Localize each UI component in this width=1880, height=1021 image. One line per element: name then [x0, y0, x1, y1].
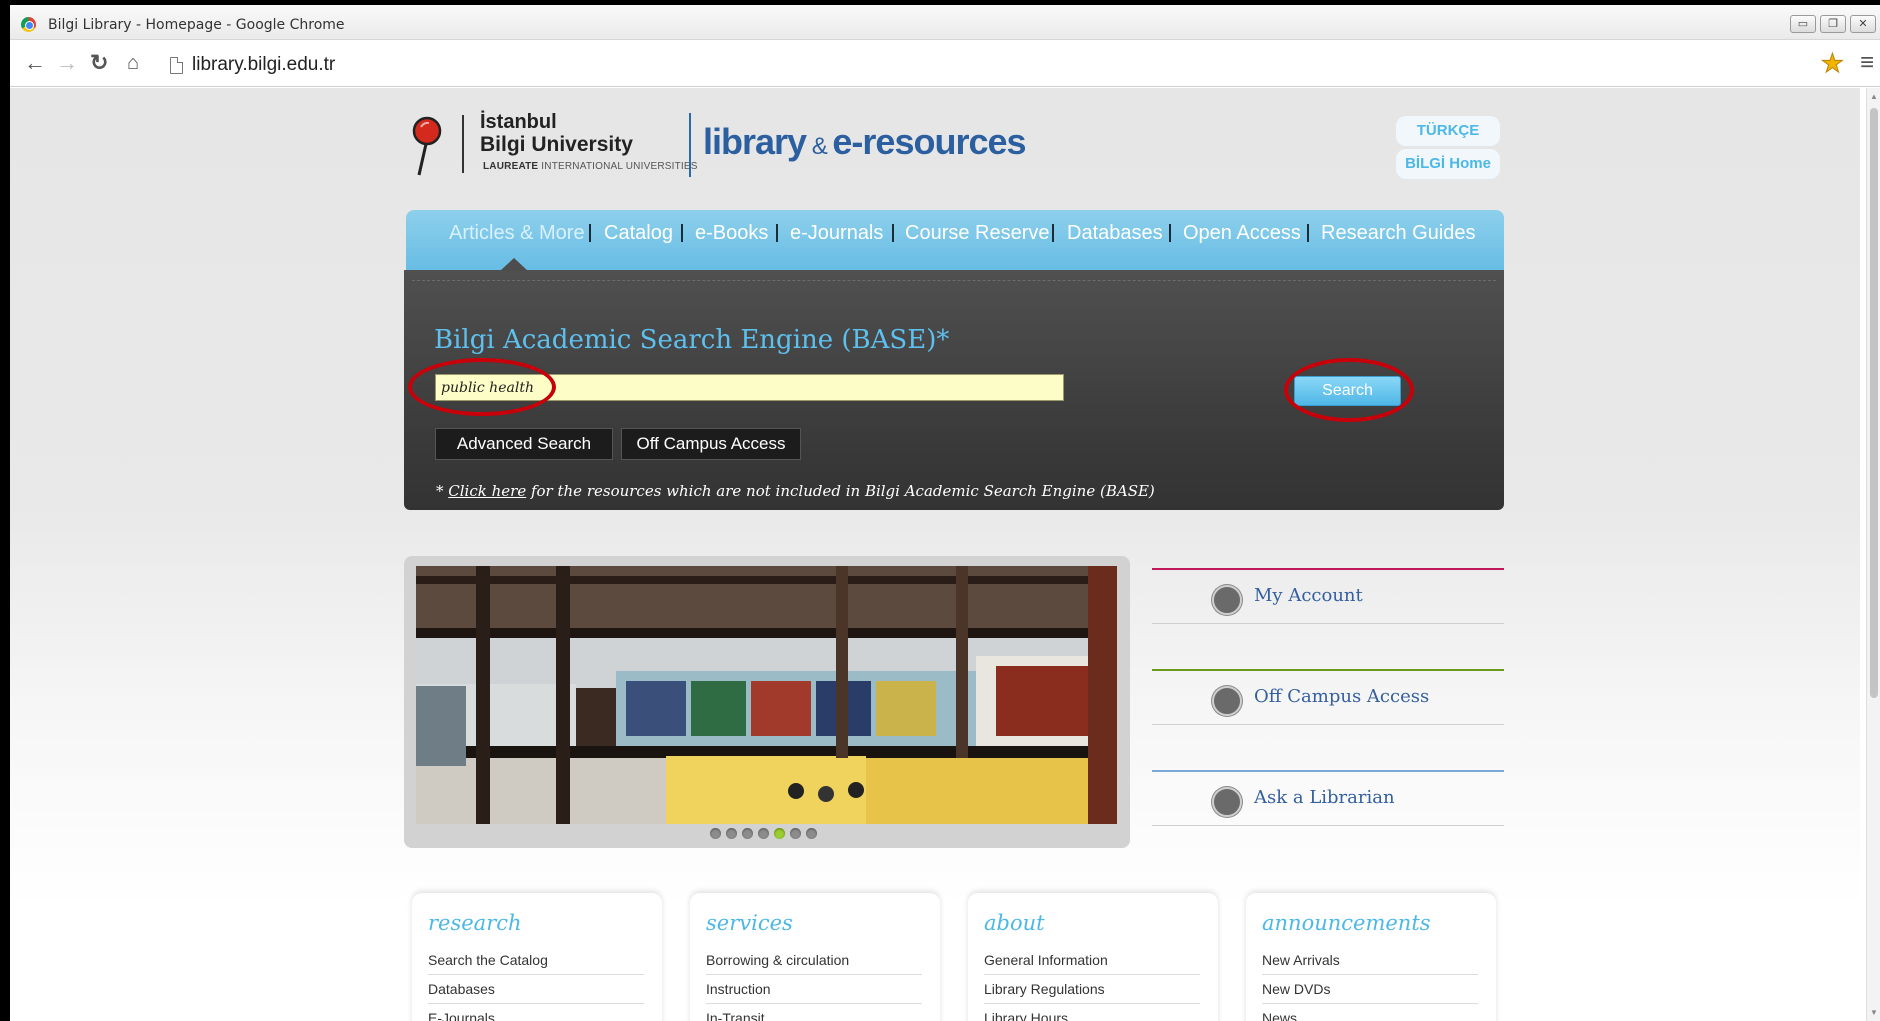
- title-divider: [689, 113, 691, 177]
- logo-divider: [462, 115, 464, 173]
- slide-dot[interactable]: [758, 828, 769, 839]
- services-column: services Borrowing & circulation Instruc…: [690, 893, 940, 1021]
- services-link[interactable]: Instruction: [706, 975, 922, 1004]
- announcements-heading: announcements: [1262, 911, 1431, 935]
- my-account-link[interactable]: My Account: [1152, 568, 1504, 624]
- tab-separator: [681, 224, 683, 242]
- tab-catalog[interactable]: Catalog: [604, 222, 673, 245]
- minimize-button[interactable]: ▭: [1790, 15, 1816, 33]
- slide-dot[interactable]: [710, 828, 721, 839]
- announcements-link[interactable]: News: [1262, 1004, 1478, 1021]
- tab-ebooks[interactable]: e-Books: [695, 222, 768, 245]
- off-campus-access-label: Off Campus Access: [1254, 686, 1430, 707]
- library-title[interactable]: library & e-resources: [703, 121, 1027, 163]
- research-column: research Search the Catalog Databases E-…: [412, 893, 662, 1021]
- tab-open-access[interactable]: Open Access: [1183, 222, 1301, 245]
- bilgi-home-link[interactable]: BİLGİ Home: [1396, 149, 1500, 179]
- search-button[interactable]: Search: [1294, 376, 1401, 406]
- slideshow-pager: [710, 828, 817, 839]
- browser-window: Bilgi Library - Homepage - Google Chrome…: [10, 5, 1880, 1021]
- services-heading: services: [706, 911, 793, 935]
- research-link[interactable]: Search the Catalog: [428, 946, 644, 975]
- tab-research-guides[interactable]: Research Guides: [1321, 222, 1476, 245]
- logo-text-university: Bilgi University: [480, 133, 633, 156]
- globe-icon: [1212, 686, 1242, 716]
- about-link[interactable]: Library Hours: [984, 1004, 1200, 1021]
- search-tab-bar: Articles & More Catalog e-Books e-Journa…: [406, 210, 1504, 272]
- tab-ejournals[interactable]: e-Journals: [790, 222, 883, 245]
- language-link[interactable]: TÜRKÇE: [1396, 116, 1500, 146]
- logo-text-laureate: LAUREATE INTERNATIONAL UNIVERSITIES: [483, 161, 698, 172]
- title-bar: Bilgi Library - Homepage - Google Chrome…: [10, 5, 1880, 40]
- tab-databases[interactable]: Databases: [1067, 222, 1163, 245]
- research-link[interactable]: E-Journals: [428, 1004, 644, 1021]
- ask-a-librarian-link[interactable]: Ask a Librarian: [1152, 770, 1504, 826]
- announcements-link[interactable]: New DVDs: [1262, 975, 1478, 1004]
- active-tab-pointer: [500, 258, 528, 271]
- page-viewport: İstanbul Bilgi University LAUREATE INTER…: [10, 88, 1860, 1021]
- page-icon: [170, 57, 183, 74]
- slide-dot[interactable]: [790, 828, 801, 839]
- address-bar[interactable]: library.bilgi.edu.tr: [192, 54, 335, 76]
- tab-separator: [892, 224, 894, 242]
- tab-separator: [1307, 224, 1309, 242]
- services-link[interactable]: In-Transit: [706, 1004, 922, 1021]
- slideshow: [404, 556, 1130, 848]
- search-panel: Bilgi Academic Search Engine (BASE)* Sea…: [404, 258, 1504, 510]
- window-title: Bilgi Library - Homepage - Google Chrome: [48, 17, 345, 33]
- back-arrow-icon[interactable]: ←: [24, 50, 46, 76]
- advanced-search-button[interactable]: Advanced Search: [435, 428, 613, 460]
- slide-dot[interactable]: [806, 828, 817, 839]
- research-link[interactable]: Databases: [428, 975, 644, 1004]
- services-link[interactable]: Borrowing & circulation: [706, 946, 922, 975]
- about-column: about General Information Library Regula…: [968, 893, 1218, 1021]
- tab-course-reserve[interactable]: Course Reserve: [905, 222, 1050, 245]
- bookmark-star-icon[interactable]: ★: [1820, 49, 1844, 78]
- off-campus-access-button[interactable]: Off Campus Access: [621, 428, 801, 460]
- reload-icon[interactable]: ↻: [90, 50, 108, 76]
- panel-divider: [412, 280, 1496, 281]
- announcements-column: announcements New Arrivals New DVDs News: [1246, 893, 1496, 1021]
- library-interior-image[interactable]: [416, 566, 1117, 824]
- scroll-down-icon[interactable]: ▼: [1870, 1008, 1878, 1017]
- bilgi-logo-icon: [412, 116, 442, 176]
- browser-toolbar: ← → ↻ ⌂ library.bilgi.edu.tr ★ ≡: [10, 41, 1880, 87]
- search-note: * Click here for the resources which are…: [436, 482, 1155, 500]
- tab-articles[interactable]: Articles & More: [449, 222, 585, 245]
- home-icon[interactable]: ⌂: [127, 50, 139, 76]
- about-link[interactable]: Library Regulations: [984, 975, 1200, 1004]
- tab-separator: [776, 224, 778, 242]
- restore-button[interactable]: ❐: [1820, 15, 1846, 33]
- forward-arrow-icon[interactable]: →: [56, 50, 78, 76]
- ask-a-librarian-label: Ask a Librarian: [1254, 787, 1395, 808]
- about-link[interactable]: General Information: [984, 946, 1200, 975]
- tab-separator: [589, 224, 591, 242]
- slide-dot[interactable]: [774, 828, 785, 839]
- announcements-link[interactable]: New Arrivals: [1262, 946, 1478, 975]
- menu-icon[interactable]: ≡: [1860, 50, 1874, 76]
- chat-icon: [1212, 787, 1242, 817]
- scroll-up-icon[interactable]: ▲: [1870, 92, 1878, 101]
- chrome-icon: [21, 17, 36, 32]
- search-title: Bilgi Academic Search Engine (BASE)*: [434, 325, 950, 355]
- about-heading: about: [984, 911, 1045, 935]
- tab-separator: [1052, 224, 1054, 242]
- off-campus-access-link[interactable]: Off Campus Access: [1152, 669, 1504, 725]
- click-here-link[interactable]: Click here: [448, 482, 526, 500]
- close-button[interactable]: ✕: [1850, 15, 1876, 33]
- my-account-label: My Account: [1254, 585, 1363, 606]
- slide-dot[interactable]: [742, 828, 753, 839]
- vertical-scrollbar[interactable]: ▲ ▼: [1866, 88, 1880, 1021]
- research-heading: research: [428, 911, 522, 935]
- scrollbar-thumb[interactable]: [1870, 108, 1878, 698]
- slide-dot[interactable]: [726, 828, 737, 839]
- logo-text-istanbul: İstanbul: [480, 111, 557, 133]
- user-icon: [1212, 585, 1242, 615]
- tab-separator: [1169, 224, 1171, 242]
- search-input[interactable]: [435, 374, 1064, 401]
